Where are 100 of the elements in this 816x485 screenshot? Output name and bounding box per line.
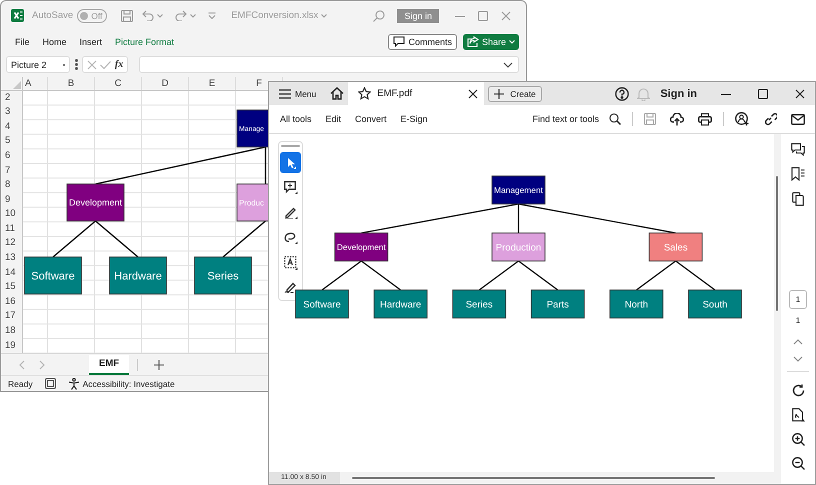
star-icon[interactable] (358, 87, 372, 100)
column-header[interactable]: A (23, 76, 48, 90)
connector-line (478, 260, 519, 290)
create-button[interactable]: Create (488, 86, 542, 102)
pages-icon[interactable] (792, 192, 804, 206)
toolbar-tab[interactable]: All tools (280, 114, 312, 124)
status-text: Ready (8, 378, 33, 389)
org-chart-node: Sales (648, 232, 703, 262)
row-header[interactable]: 8 (1, 178, 22, 193)
print-icon[interactable] (698, 112, 712, 126)
row-header[interactable]: 4 (1, 120, 22, 134)
connector-line (360, 260, 401, 290)
row-header[interactable]: 10 (1, 207, 22, 222)
search-icon[interactable] (609, 113, 621, 125)
org-chart-node: South (688, 290, 742, 318)
connector-line (222, 220, 266, 258)
document-tab[interactable]: EMF.pdf (348, 82, 484, 105)
add-sheet-icon[interactable] (154, 360, 164, 370)
previous-page-icon[interactable] (793, 339, 803, 345)
ribbon-tab[interactable]: File (15, 36, 30, 47)
row-header[interactable]: 2 (1, 90, 22, 106)
toolbar-tab[interactable]: Convert (355, 114, 387, 124)
ribbon-tab[interactable]: Picture Format (115, 36, 174, 47)
formula-field[interactable] (139, 56, 519, 74)
close-tab-icon[interactable] (468, 88, 478, 98)
add-person-icon[interactable] (735, 112, 749, 126)
row-header[interactable]: 14 (1, 266, 22, 280)
plus-icon (494, 88, 504, 98)
macro-recording-icon[interactable] (44, 378, 56, 390)
upload-icon[interactable] (670, 112, 684, 126)
row-header[interactable]: 17 (1, 309, 22, 324)
column-header[interactable]: E (189, 76, 236, 90)
more-icon[interactable] (75, 59, 78, 70)
connector-line (52, 220, 96, 258)
close-icon[interactable] (795, 88, 805, 98)
row-header[interactable]: 16 (1, 294, 22, 310)
mail-icon[interactable] (791, 114, 805, 124)
ribbon-tab[interactable]: Insert (80, 36, 102, 47)
document-tab-title[interactable]: EMF.pdf (377, 88, 468, 99)
scroll-thumb[interactable] (352, 477, 716, 479)
comment-icon (393, 36, 406, 48)
row-header[interactable]: 15 (1, 280, 22, 295)
row-header[interactable]: 9 (1, 192, 22, 208)
share-icon (466, 36, 479, 48)
file-icon[interactable] (792, 408, 804, 422)
connector-line (95, 220, 138, 258)
row-header[interactable]: 18 (1, 324, 22, 339)
zoom-out-icon[interactable] (792, 457, 804, 470)
caret-icon (509, 40, 515, 44)
maximize-icon[interactable] (758, 88, 768, 98)
toolbar-tab[interactable]: Edit (326, 114, 342, 124)
org-chart-node: Series (452, 290, 506, 318)
share-button[interactable]: Share (462, 34, 519, 50)
scroll-thumb[interactable] (776, 176, 778, 311)
ribbon-tab[interactable]: Home (42, 36, 67, 47)
name-box[interactable]: Picture 2 (6, 56, 70, 74)
org-chart-node: Development (66, 183, 124, 221)
add-comment-icon (284, 181, 298, 194)
sheet-tab[interactable]: EMF (89, 354, 130, 375)
insert-function-button[interactable]: fx (114, 59, 124, 70)
zoom-in-icon[interactable] (792, 433, 804, 446)
spreadsheet-app-icon (11, 9, 24, 22)
row-header[interactable]: 19 (1, 338, 22, 354)
text-box-icon (284, 256, 298, 270)
find-button[interactable]: Find text or tools (532, 114, 599, 124)
column-header[interactable]: C (95, 76, 142, 90)
rotate-icon[interactable] (792, 384, 804, 397)
next-page-icon[interactable] (793, 356, 803, 362)
pen-icon (284, 206, 298, 219)
menu-button[interactable]: Menu (279, 88, 316, 98)
row-header[interactable]: 12 (1, 236, 22, 252)
toolbar-tab[interactable]: E-Sign (400, 114, 428, 124)
row-header[interactable]: 3 (1, 105, 22, 120)
comments-icon[interactable] (791, 143, 805, 156)
org-chart-node: Hardware (109, 256, 167, 294)
org-chart-node: Development (334, 232, 388, 262)
org-chart-node: Production (492, 232, 546, 262)
page-number-field[interactable]: 1 (789, 290, 807, 309)
page-count: 1 (796, 316, 800, 325)
link-icon[interactable] (763, 112, 777, 126)
row-header[interactable]: 11 (1, 222, 22, 236)
bookmarks-icon[interactable] (791, 167, 805, 181)
column-header[interactable]: B (48, 76, 95, 90)
help-icon[interactable] (615, 86, 630, 100)
row-header[interactable]: 7 (1, 164, 22, 178)
row-header[interactable]: 13 (1, 251, 22, 266)
autosave-label: AutoSave (32, 10, 74, 22)
expand-icon[interactable] (503, 62, 513, 68)
connector-line (518, 260, 558, 290)
home-icon[interactable] (330, 87, 344, 100)
column-header[interactable]: D (142, 76, 189, 90)
accessibility-icon (68, 378, 80, 390)
row-header[interactable]: 6 (1, 148, 22, 164)
row-header[interactable]: 5 (1, 134, 22, 149)
accessibility-button[interactable]: Accessibility: Investigate (68, 378, 175, 390)
connector-line (675, 260, 716, 290)
sign-in-button[interactable]: Sign in (660, 88, 697, 100)
org-chart-node: North (610, 290, 664, 318)
comments-button[interactable]: Comments (388, 34, 457, 50)
lasso-icon (284, 231, 298, 244)
